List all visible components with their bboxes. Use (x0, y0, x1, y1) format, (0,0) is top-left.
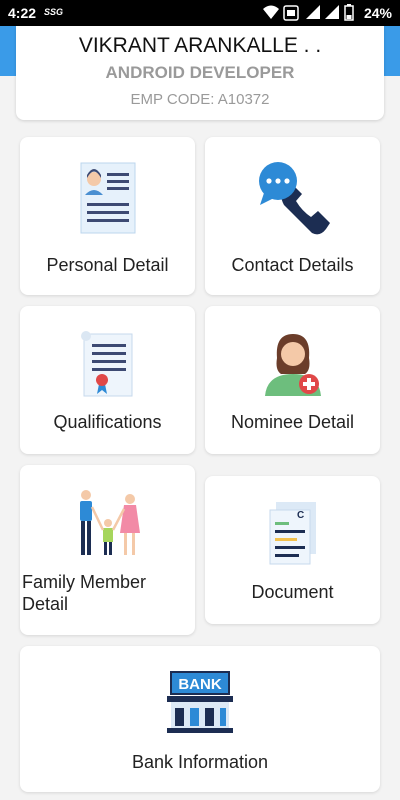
contact-details-label: Contact Details (231, 255, 354, 275)
contact-details-card[interactable]: Contact Details (205, 137, 380, 295)
family-icon (74, 489, 142, 562)
qualifications-label: Qualifications (53, 412, 162, 432)
bank-information-label: Bank Information (131, 752, 269, 772)
personal-detail-card[interactable]: Personal Detail (20, 137, 195, 295)
qualifications-card[interactable]: Qualifications (20, 306, 195, 454)
document-letter: C (297, 510, 304, 521)
bank-building-icon: BANK (165, 670, 235, 739)
profile-card: VIKRANT ARANKALLE . . ANDROID DEVELOPER … (16, 26, 384, 120)
status-bar: 4:22 SSG 24% (0, 0, 400, 26)
family-member-label-line1: Family Member (22, 572, 147, 592)
certificate-icon (78, 330, 138, 403)
wifi-icon (262, 4, 280, 23)
family-member-card[interactable]: Family Member Detail (20, 465, 195, 635)
employee-role: ANDROID DEVELOPER (105, 63, 295, 82)
status-time: 4:22 (8, 5, 37, 21)
personal-id-icon (78, 161, 138, 240)
nominee-detail-label: Nominee Detail (230, 412, 355, 432)
family-member-label-line2: Detail (22, 594, 69, 614)
signal-2-icon (324, 4, 340, 23)
bank-sign-text: BANK (178, 676, 221, 693)
signal-icon (305, 4, 321, 23)
phone-chat-icon (254, 161, 332, 242)
status-carrier: SSG (44, 7, 64, 17)
header-accent-right (384, 26, 400, 76)
employee-code: EMP CODE: A10372 (130, 91, 270, 108)
employee-name: VIKRANT ARANKALLE . . (78, 34, 322, 57)
document-label: Document (251, 582, 334, 602)
battery-icon (344, 4, 354, 24)
document-icon: C (266, 500, 320, 571)
bank-information-card[interactable]: BANK Bank Information (20, 646, 380, 792)
personal-detail-label: Personal Detail (46, 255, 169, 275)
document-card[interactable]: C Document (205, 476, 380, 624)
nominee-person-icon (261, 330, 325, 401)
family-member-label: Family Member Detail (22, 571, 195, 615)
battery-percentage: 24% (363, 5, 392, 21)
nominee-detail-card[interactable]: Nominee Detail (205, 306, 380, 454)
header-accent-left (0, 26, 16, 76)
volte-icon (283, 5, 299, 24)
